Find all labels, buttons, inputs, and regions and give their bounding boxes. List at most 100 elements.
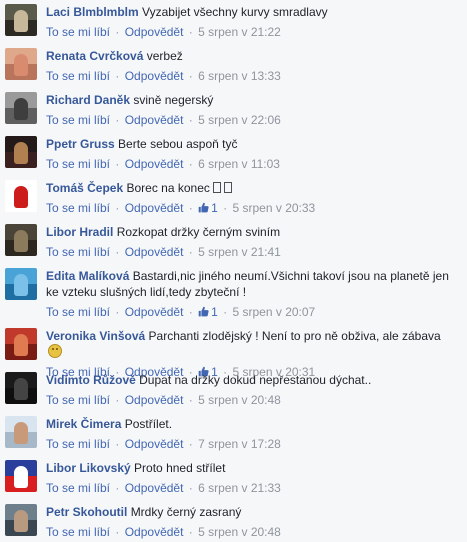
comment-body: Edita Malíková Bastardi,nic jiného neumí…	[46, 268, 460, 319]
author-name[interactable]: Veronika Vinšová	[46, 329, 145, 343]
thumbs-up-icon	[198, 306, 209, 317]
separator-dot: ·	[115, 245, 120, 259]
avatar[interactable]	[5, 48, 37, 80]
reply-link[interactable]: Odpovědět	[125, 305, 184, 319]
author-name[interactable]: Petr Skohoutil	[46, 505, 127, 519]
separator-dot: ·	[115, 113, 120, 127]
like-link[interactable]: To se mi líbí	[46, 157, 110, 171]
like-link[interactable]: To se mi líbí	[46, 305, 110, 319]
like-count-value: 1	[211, 201, 218, 215]
comment-actions: To se mi líbí · Odpovědět · 6 srpen v 21…	[46, 481, 460, 495]
comment-body: Richard Daněk svině negerský To se mi líb…	[46, 92, 460, 127]
separator-dot: ·	[115, 157, 120, 171]
avatar[interactable]	[5, 180, 37, 212]
separator-dot: ·	[223, 305, 228, 319]
avatar[interactable]	[5, 4, 37, 36]
reply-link[interactable]: Odpovědět	[125, 113, 184, 127]
separator-dot: ·	[115, 69, 120, 83]
comment-actions: To se mi líbí · Odpovědět · 5 srpen v 21…	[46, 25, 460, 39]
comment-timestamp[interactable]: 6 srpen v 21:33	[198, 481, 281, 495]
comment-timestamp[interactable]: 5 srpen v 21:22	[198, 25, 281, 39]
separator-dot: ·	[115, 305, 120, 319]
reply-link[interactable]: Odpovědět	[125, 201, 184, 215]
comment-text: Borec na konec	[126, 181, 210, 195]
comment-text: svině negerský	[133, 93, 214, 107]
reply-link[interactable]: Odpovědět	[125, 157, 184, 171]
reply-link[interactable]: Odpovědět	[125, 245, 184, 259]
reply-link[interactable]: Odpovědět	[125, 481, 184, 495]
reply-link[interactable]: Odpovědět	[125, 525, 184, 539]
comment-timestamp[interactable]: 5 srpen v 20:48	[198, 525, 281, 539]
like-link[interactable]: To se mi líbí	[46, 245, 110, 259]
comment-body: Ppetr Gruss Berte sebou aspoň tyč To se m…	[46, 136, 460, 171]
comment-body: Mirek Čimera Postřílet. To se mi líbí · O…	[46, 416, 460, 451]
comment-timestamp[interactable]: 5 srpen v 20:33	[233, 201, 316, 215]
reply-link[interactable]: Odpovědět	[125, 25, 184, 39]
separator-dot: ·	[223, 201, 228, 215]
separator-dot: ·	[115, 481, 120, 495]
author-name[interactable]: Vidímto Růžově	[46, 373, 136, 387]
author-name[interactable]: Laci Blmblmblm	[46, 5, 139, 19]
comment-text: Mrdky černý zasraný	[130, 505, 242, 519]
avatar[interactable]	[5, 416, 37, 448]
comment-timestamp[interactable]: 6 srpen v 11:03	[198, 157, 280, 171]
like-link[interactable]: To se mi líbí	[46, 437, 110, 451]
comment-timestamp[interactable]: 5 srpen v 20:48	[198, 393, 281, 407]
separator-dot: ·	[188, 305, 193, 319]
author-name[interactable]: Libor Hradil	[46, 225, 113, 239]
like-count[interactable]: 1	[198, 305, 218, 319]
comment-body: Libor Hradil Rozkopat držky černým sviní…	[46, 224, 460, 259]
reply-link[interactable]: Odpovědět	[125, 437, 184, 451]
separator-dot: ·	[188, 393, 193, 407]
author-name[interactable]: Libor Likovský	[46, 461, 131, 475]
reply-link[interactable]: Odpovědět	[125, 69, 184, 83]
separator-dot: ·	[188, 201, 193, 215]
comment-timestamp[interactable]: 5 srpen v 20:07	[233, 305, 316, 319]
like-link[interactable]: To se mi líbí	[46, 393, 110, 407]
like-count[interactable]: 1	[198, 201, 218, 215]
missing-glyph-icon	[223, 182, 232, 193]
author-name[interactable]: Tomáš Čepek	[46, 181, 123, 195]
separator-dot: ·	[115, 437, 120, 451]
comment-body: Libor Likovský Proto hned střílet To se m…	[46, 460, 460, 495]
like-link[interactable]: To se mi líbí	[46, 481, 110, 495]
separator-dot: ·	[188, 25, 193, 39]
comment-text: Vyzabijet všechny kurvy smradlavy	[142, 5, 328, 19]
avatar[interactable]	[5, 92, 37, 124]
avatar[interactable]	[5, 268, 37, 300]
comment-actions: To se mi líbí · Odpovědět · 1 · 5 srpen …	[46, 305, 460, 319]
author-name[interactable]: Renata Cvrčková	[46, 49, 143, 63]
reply-link[interactable]: Odpovědět	[125, 393, 184, 407]
author-name[interactable]: Ppetr Gruss	[46, 137, 115, 151]
comment-timestamp[interactable]: 5 srpen v 22:06	[198, 113, 281, 127]
separator-dot: ·	[188, 157, 193, 171]
avatar[interactable]	[5, 328, 37, 360]
comment-actions: To se mi líbí · Odpovědět · 5 srpen v 20…	[46, 525, 460, 539]
comment-timestamp[interactable]: 6 srpen v 13:33	[198, 69, 281, 83]
avatar[interactable]	[5, 504, 37, 536]
like-link[interactable]: To se mi líbí	[46, 113, 110, 127]
avatar[interactable]	[5, 136, 37, 168]
comment-actions: To se mi líbí · Odpovědět · 5 srpen v 22…	[46, 113, 460, 127]
missing-glyph-icon	[212, 182, 221, 193]
like-link[interactable]: To se mi líbí	[46, 525, 110, 539]
comment-actions: To se mi líbí · Odpovědět · 6 srpen v 11…	[46, 157, 460, 171]
comment-timestamp[interactable]: 7 srpen v 17:28	[198, 437, 281, 451]
author-name[interactable]: Edita Malíková	[46, 269, 129, 283]
like-link[interactable]: To se mi líbí	[46, 69, 110, 83]
avatar[interactable]	[5, 460, 37, 492]
separator-dot: ·	[188, 437, 193, 451]
avatar[interactable]	[5, 224, 37, 256]
comment-text: Parchanti zlodějský ! Není to pro ně obž…	[148, 329, 441, 343]
comment-body: Laci Blmblmblm Vyzabijet všechny kurvy s…	[46, 4, 460, 39]
author-name[interactable]: Richard Daněk	[46, 93, 130, 107]
separator-dot: ·	[188, 69, 193, 83]
avatar[interactable]	[5, 372, 37, 404]
author-name[interactable]: Mirek Čimera	[46, 417, 121, 431]
separator-dot: ·	[115, 525, 120, 539]
comment-actions: To se mi líbí · Odpovědět · 7 srpen v 17…	[46, 437, 460, 451]
comment-timestamp[interactable]: 5 srpen v 21:41	[198, 245, 281, 259]
comment-text: Berte sebou aspoň tyč	[118, 137, 238, 151]
like-link[interactable]: To se mi líbí	[46, 25, 110, 39]
like-link[interactable]: To se mi líbí	[46, 201, 110, 215]
